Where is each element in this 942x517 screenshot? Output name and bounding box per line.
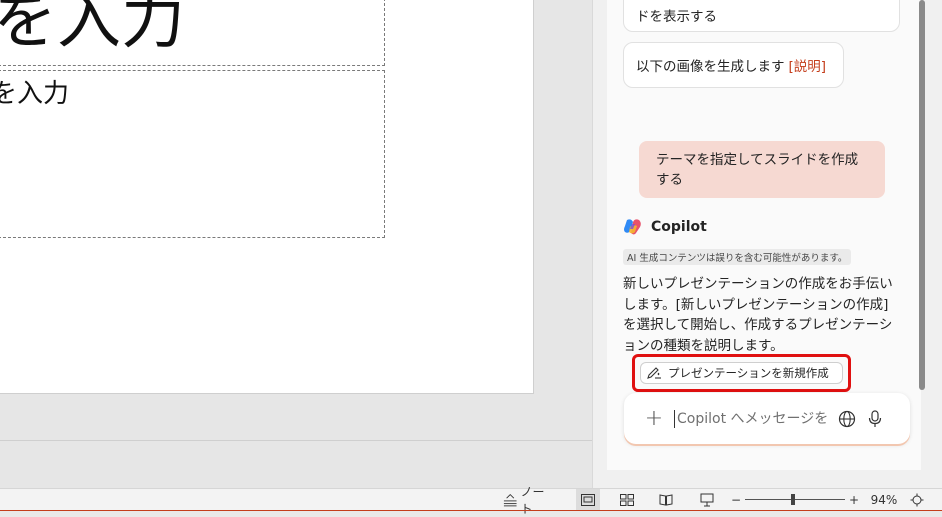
- suggestion-chip[interactable]: ドを表示する: [623, 0, 900, 32]
- notes-pane-divider[interactable]: [0, 440, 592, 441]
- suggestion-label: 以下の画像を生成します: [636, 59, 785, 75]
- zoom-slider-thumb[interactable]: [791, 494, 795, 505]
- suggestion-reference: [説明]: [788, 59, 827, 75]
- copilot-pane: ドを表示する 以下の画像を生成します [説明] テーマを指定してスライドを作成す…: [592, 0, 942, 488]
- fit-to-window-icon: [910, 493, 924, 507]
- slide-sorter-button[interactable]: [616, 489, 638, 511]
- slideshow-button[interactable]: [696, 489, 718, 511]
- status-bar: ノート − + 94%: [0, 485, 942, 516]
- copilot-logo-icon: [624, 219, 641, 235]
- notes-label: ノート: [520, 485, 545, 516]
- zoom-slider-track[interactable]: [745, 499, 845, 500]
- assistant-name: Copilot: [651, 219, 707, 235]
- slide-editor-area: を入力 を入力: [0, 0, 592, 488]
- copilot-scrollbar[interactable]: [919, 0, 925, 390]
- web-grounding-button[interactable]: [837, 409, 857, 429]
- fit-to-window-button[interactable]: [908, 489, 926, 511]
- zoom-level[interactable]: 94%: [868, 489, 900, 511]
- microphone-icon: [868, 409, 882, 427]
- notes-icon: [503, 493, 517, 507]
- assistant-reply: 新しいプレゼンテーションの作成をお手伝いします。[新しいプレゼンテーションの作成…: [623, 276, 893, 354]
- ai-disclaimer-badge: AI 生成コンテンツは誤りを含む可能性があります。: [623, 249, 852, 265]
- slide-canvas: を入力 を入力: [0, 0, 534, 394]
- new-presentation-button[interactable]: プレゼンテーションを新規作成: [640, 362, 843, 384]
- normal-view-button[interactable]: [576, 489, 600, 511]
- suggestion-label: ドを表示する: [636, 9, 717, 25]
- copilot-message-input[interactable]: [674, 409, 829, 428]
- voice-input-button[interactable]: [865, 409, 885, 429]
- title-placeholder[interactable]: を入力: [0, 0, 385, 66]
- slide-sorter-icon: [620, 494, 634, 506]
- reading-view-button[interactable]: [655, 489, 677, 511]
- zoom-in-button[interactable]: +: [848, 489, 860, 511]
- copilot-composer: +: [624, 393, 910, 444]
- highlight-box: プレゼンテーションを新規作成: [632, 354, 851, 392]
- pen-sparkle-icon: [647, 367, 661, 379]
- user-message-bubble: テーマを指定してスライドを作成する: [639, 141, 885, 198]
- assistant-header: Copilot: [623, 218, 707, 236]
- notes-toggle-button[interactable]: ノート: [503, 485, 553, 516]
- globe-icon: [838, 410, 856, 427]
- new-presentation-label: プレゼンテーションを新規作成: [668, 366, 829, 380]
- suggestion-chip-generate-image[interactable]: 以下の画像を生成します [説明]: [623, 42, 844, 88]
- body-placeholder[interactable]: を入力: [0, 70, 385, 238]
- slideshow-icon: [700, 493, 714, 507]
- title-placeholder-text: を入力: [0, 0, 185, 58]
- normal-view-icon: [581, 494, 595, 506]
- reading-view-icon: [659, 494, 673, 506]
- add-attachment-icon[interactable]: +: [634, 406, 674, 431]
- zoom-out-button[interactable]: −: [730, 489, 742, 511]
- body-placeholder-text: を入力: [0, 79, 70, 109]
